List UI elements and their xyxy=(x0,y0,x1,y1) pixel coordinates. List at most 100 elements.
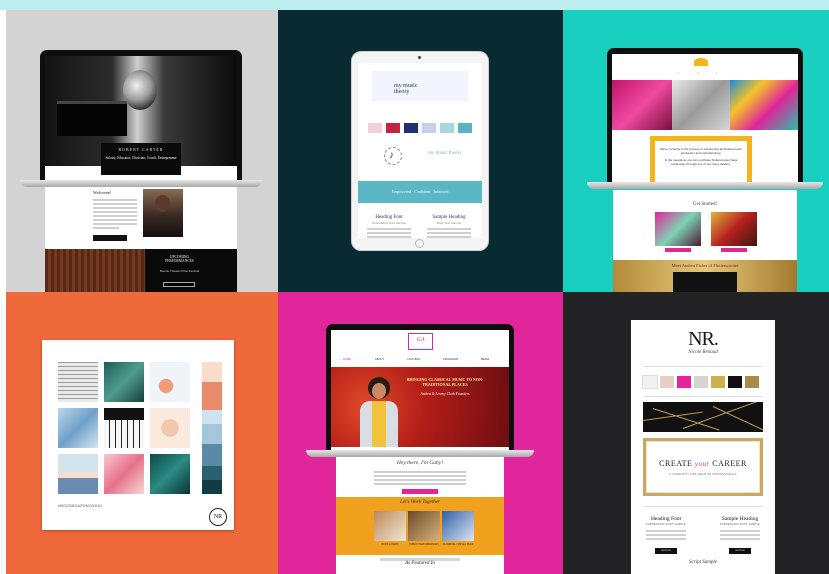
tuba-shape xyxy=(123,70,157,110)
nav-item[interactable]: • xyxy=(716,71,717,75)
color-swatch xyxy=(728,376,742,388)
page-lower: Welcome! UPCOMING PERFORMANCES Roosie Th… xyxy=(45,187,237,292)
site-nav: HOME ABOUT CULTURAL PROGRAMS MEDIA xyxy=(331,358,509,364)
artist-name: ROBERT CARTER xyxy=(118,147,164,152)
tile-moodboard[interactable]: #MOODBOARDMONDAY NR xyxy=(6,292,278,574)
nav-item[interactable]: • xyxy=(698,71,699,75)
peach-photo xyxy=(150,362,190,402)
marble-pattern xyxy=(643,402,763,432)
collage-photo xyxy=(612,80,672,130)
color-swatch xyxy=(643,376,657,388)
service-label[interactable]: BOOK & DEMO xyxy=(374,543,406,546)
color-swatch xyxy=(745,376,759,388)
laptop-mockup: ROBERT CARTER Soloist, Educator, Clinici… xyxy=(40,50,242,180)
divider xyxy=(643,366,763,367)
collage-photo xyxy=(672,80,730,130)
piano-keys-photo xyxy=(104,408,144,448)
room-photo xyxy=(58,454,98,494)
product-photo xyxy=(711,212,757,246)
service-label[interactable]: CLASSICAL FOR ALL PAGE xyxy=(442,543,474,546)
tile-musician-site[interactable]: ROBERT CARTER Soloist, Educator, Clinici… xyxy=(6,10,278,292)
teal-leaf-photo xyxy=(150,454,190,494)
tile-music-theory-brand[interactable]: my music theory my music theory Empowere… xyxy=(278,10,563,292)
laptop-base xyxy=(306,450,534,457)
service-label[interactable]: PUBLIC PERFORMANCES xyxy=(408,543,440,546)
nav-programs[interactable]: PROGRAMS xyxy=(443,358,458,361)
welcome-heading: Welcome! xyxy=(93,190,112,195)
sample-heading-sub: Body Text Sample xyxy=(436,221,462,225)
body-lines xyxy=(720,528,760,542)
ga-logo[interactable]: GA xyxy=(408,333,433,350)
dealers-button[interactable] xyxy=(721,248,747,252)
nav-about[interactable]: ABOUT xyxy=(375,358,384,361)
featured-section: As Featured In xyxy=(336,555,504,574)
product-collage xyxy=(612,80,798,130)
color-swatch xyxy=(694,376,708,388)
tile-nr-brand-board[interactable]: NR. Nicole Renaud CREATE your CAREER A C… xyxy=(563,292,829,574)
performances-button[interactable] xyxy=(163,282,195,287)
piano-shape xyxy=(57,101,127,136)
color-swatch xyxy=(368,123,382,133)
signature-sample: Script Sample xyxy=(689,560,717,565)
sheet-music-photo xyxy=(58,362,98,402)
shop-button[interactable] xyxy=(665,248,691,252)
laptop-base xyxy=(20,180,262,187)
tile-flutterscooter-site[interactable]: • • • We're currently in the process of … xyxy=(563,10,829,292)
announcement-text: We're currently in the process of transf… xyxy=(660,147,742,155)
gold-strip: Meet Andrea Fisher of Flutterscooter xyxy=(613,260,797,292)
divider xyxy=(643,506,763,507)
strip-title: Meet Andrea Fisher of Flutterscooter xyxy=(671,263,739,268)
service-photo xyxy=(442,511,474,541)
palette-swatch xyxy=(202,480,222,494)
tablet-camera xyxy=(418,56,421,59)
get-started-heading: Get Started! xyxy=(692,202,718,207)
laptop-mockup: • • • We're currently in the process of … xyxy=(607,48,803,182)
performances-band: UPCOMING PERFORMANCES Roosie Theater Pri… xyxy=(45,249,237,292)
nav-cultural[interactable]: CULTURAL xyxy=(407,358,421,361)
palette-swatch xyxy=(202,362,222,382)
headline-word-1: CREATE xyxy=(659,459,693,468)
nav-item[interactable]: • xyxy=(678,71,679,75)
heading-font-sub: SUBHEADING FONT SAMPLE xyxy=(646,523,686,526)
nr-logo: NR. xyxy=(688,328,719,350)
laptop-screen-content: • • • We're currently in the process of … xyxy=(612,54,798,182)
color-swatch xyxy=(386,123,400,133)
concert-hall-photo xyxy=(45,249,145,292)
announcement-text-2: In the meantime you can purchase Flutter… xyxy=(664,158,738,166)
learn-more-button[interactable] xyxy=(402,489,438,494)
cream-swatch-photo xyxy=(150,408,190,448)
nav-media[interactable]: MEDIA xyxy=(481,358,489,361)
performer-photo xyxy=(357,375,399,447)
body-lines xyxy=(646,528,686,542)
top-strip xyxy=(0,0,829,10)
nav-home[interactable]: HOME xyxy=(343,358,351,361)
music-note-icon xyxy=(384,147,402,165)
pink-art-photo xyxy=(104,454,144,494)
brand-logo-icon xyxy=(694,58,708,66)
tile-classical-site[interactable]: GA HOME ABOUT CULTURAL PROGRAMS MEDIA BR… xyxy=(278,292,563,574)
blue-fabric-photo xyxy=(58,408,98,448)
sample-button-2[interactable]: BUTTON xyxy=(729,548,751,554)
name-badge: ROBERT CARTER Soloist, Educator, Clinici… xyxy=(101,143,181,175)
site-header: GA xyxy=(331,330,509,354)
sample-heading-sub: SUBHEADING FONT SAMPLE xyxy=(720,523,760,526)
sample-heading: Sample Heading xyxy=(432,215,466,220)
venue-text: Roosie Theater Price Festival xyxy=(159,269,200,273)
read-more-button[interactable] xyxy=(93,235,127,241)
product-photo xyxy=(655,212,701,246)
tagline-sub: A COMMUNITY FOR CREATIVE PROFESSIONALS xyxy=(669,473,737,476)
color-swatch xyxy=(458,123,472,133)
hero-subtitle: Andrea & Jeremy Clark Founders xyxy=(420,392,470,396)
featured-heading: As Featured In xyxy=(405,561,435,566)
color-swatch xyxy=(660,376,674,388)
sample-button[interactable]: BUTTON xyxy=(655,548,677,554)
upcoming-heading: UPCOMING PERFORMANCES xyxy=(165,255,194,263)
page-lower: Hey there, I'm Gaby! Let's Work Together… xyxy=(336,457,504,574)
announcement-box: We're currently in the process of transf… xyxy=(650,136,752,182)
nr-logo-subtitle: Nicole Renaud xyxy=(688,350,718,355)
site-nav: • • • xyxy=(612,54,798,80)
palette-swatch xyxy=(202,410,222,424)
heading-font-sample: Heading Font xyxy=(650,516,682,522)
palette-swatch xyxy=(202,444,222,466)
body-lines xyxy=(367,226,411,238)
